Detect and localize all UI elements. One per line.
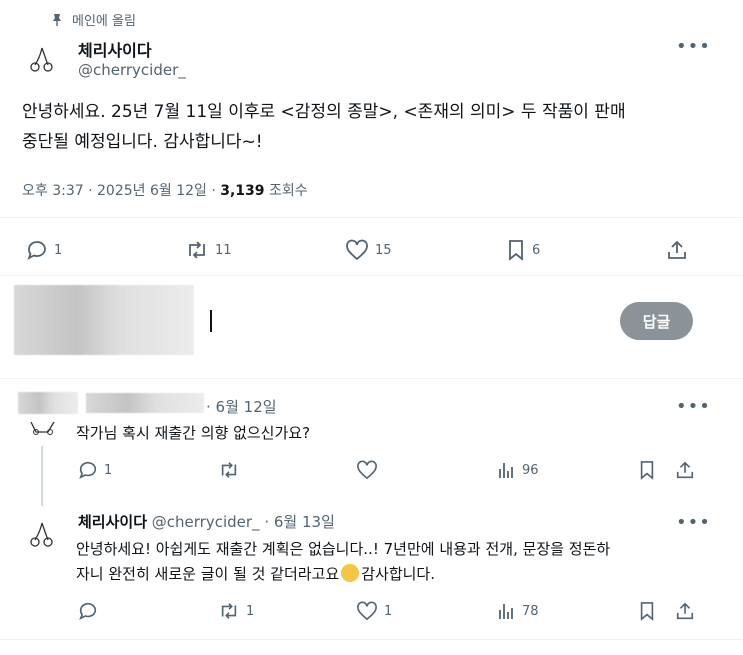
more-icon[interactable]: ••• — [676, 512, 711, 533]
reply1-bookmark-action[interactable] — [638, 460, 656, 480]
reply1-text: 작가님 혹시 재출간 의향 없으신가요? — [76, 424, 311, 442]
reply2-like-count: 1 — [384, 603, 393, 619]
reply1-repost-action[interactable] — [218, 460, 240, 480]
reply-icon — [78, 460, 98, 480]
reply-icon — [78, 601, 98, 621]
crying-emoji-icon — [341, 564, 360, 582]
reply2-text-part1: 자니 완전히 새로운 글이 될 것 같더라고요 — [76, 565, 340, 583]
like-icon — [345, 239, 369, 261]
reply2-reply-action[interactable] — [78, 601, 98, 621]
like-icon — [356, 460, 378, 480]
thread-line — [41, 446, 43, 506]
reply1-like-action[interactable] — [356, 460, 378, 480]
reply2-repost-count: 1 — [246, 603, 255, 619]
share-icon — [675, 460, 695, 480]
views-icon — [498, 601, 516, 621]
reply-icon — [26, 239, 48, 261]
bookmark-icon — [638, 601, 656, 621]
post-meta: 오후 3:37 · 2025년 6월 12일 · 3,139 조회수 — [22, 180, 308, 200]
divider — [0, 378, 743, 379]
reply2-text-line1: 안녕하세요! 아쉽게도 재출간 계획은 없습니다..! 7년만에 내용과 전개,… — [76, 540, 611, 558]
repost-icon — [185, 239, 209, 261]
reply2-bookmark-action[interactable] — [638, 601, 656, 621]
composer-avatar-blurred — [14, 285, 194, 355]
more-icon[interactable]: ••• — [676, 396, 711, 417]
post-time-date[interactable]: 오후 3:37 · 2025년 6월 12일 · — [22, 183, 216, 199]
reply2-header: 체리사이다 @cherrycider_ · 6월 13일 — [78, 511, 335, 532]
reply1-share-action[interactable] — [675, 460, 695, 480]
post-text-line1: 안녕하세요. 25년 7월 11일 이후로 <감정의 종말>, <존재의 의미>… — [22, 102, 626, 122]
share-icon — [666, 239, 688, 261]
reply-button[interactable]: 답글 — [620, 302, 693, 340]
author-avatar[interactable] — [22, 40, 62, 80]
reply1-views-count: 96 — [522, 462, 539, 478]
bookmark-action[interactable]: 6 — [506, 239, 540, 261]
reply-action[interactable]: 1 — [26, 239, 62, 261]
reply1-avatar-blurred[interactable] — [18, 392, 78, 414]
reply2-avatar[interactable] — [22, 515, 62, 555]
pinned-indicator: 메인에 올림 — [50, 10, 136, 29]
reply2-handle[interactable]: @cherrycider_ — [152, 513, 260, 531]
reply2-text-part2: 감사합니다. — [361, 565, 435, 583]
reply2-like-action[interactable]: 1 — [356, 601, 392, 621]
pin-icon — [50, 13, 64, 27]
reply2-repost-action[interactable]: 1 — [218, 601, 254, 621]
like-icon — [356, 601, 378, 621]
reply2-views-action[interactable]: 78 — [498, 601, 539, 621]
divider — [0, 639, 743, 640]
share-icon — [675, 601, 695, 621]
cherry-avatar-icon — [30, 522, 53, 547]
share-action[interactable] — [666, 239, 688, 261]
reply1-name-blurred[interactable] — [86, 393, 204, 413]
reply1-avatar-icon[interactable] — [28, 418, 58, 440]
reply2-author-name[interactable]: 체리사이다 — [78, 513, 147, 531]
author-name[interactable]: 체리사이다 — [78, 37, 152, 61]
views-label: 조회수 — [269, 183, 308, 199]
views-icon — [498, 460, 516, 480]
divider — [0, 217, 743, 218]
reply2-date[interactable]: · 6월 13일 — [264, 513, 335, 531]
reply1-reply-action[interactable]: 1 — [78, 460, 112, 480]
more-icon[interactable]: ••• — [676, 36, 711, 57]
reply2-views-count: 78 — [522, 603, 539, 619]
pinned-label: 메인에 올림 — [72, 14, 136, 29]
bookmark-icon — [506, 239, 526, 261]
like-count: 15 — [375, 242, 392, 258]
reply2-share-action[interactable] — [675, 601, 695, 621]
reply-count: 1 — [54, 242, 63, 258]
repost-count: 11 — [215, 242, 232, 258]
author-handle[interactable]: @cherrycider_ — [78, 61, 186, 79]
reply1-date[interactable]: · 6월 12일 — [206, 396, 277, 417]
repost-icon — [218, 460, 240, 480]
reply1-reply-count: 1 — [104, 462, 113, 478]
repost-icon — [218, 601, 240, 621]
views-count: 3,139 — [220, 183, 265, 199]
divider — [0, 275, 743, 276]
composer-cursor[interactable] — [210, 310, 212, 332]
cherry-avatar-icon — [30, 47, 53, 72]
post-text-line2: 중단될 예정입니다. 감사합니다~! — [22, 132, 263, 152]
bookmark-icon — [638, 460, 656, 480]
like-action[interactable]: 15 — [345, 239, 392, 261]
repost-action[interactable]: 11 — [185, 239, 232, 261]
bookmark-count: 6 — [532, 242, 541, 258]
reply1-views-action[interactable]: 96 — [498, 460, 539, 480]
reply2-text-line2: 자니 완전히 새로운 글이 될 것 같더라고요 감사합니다. — [76, 562, 435, 587]
